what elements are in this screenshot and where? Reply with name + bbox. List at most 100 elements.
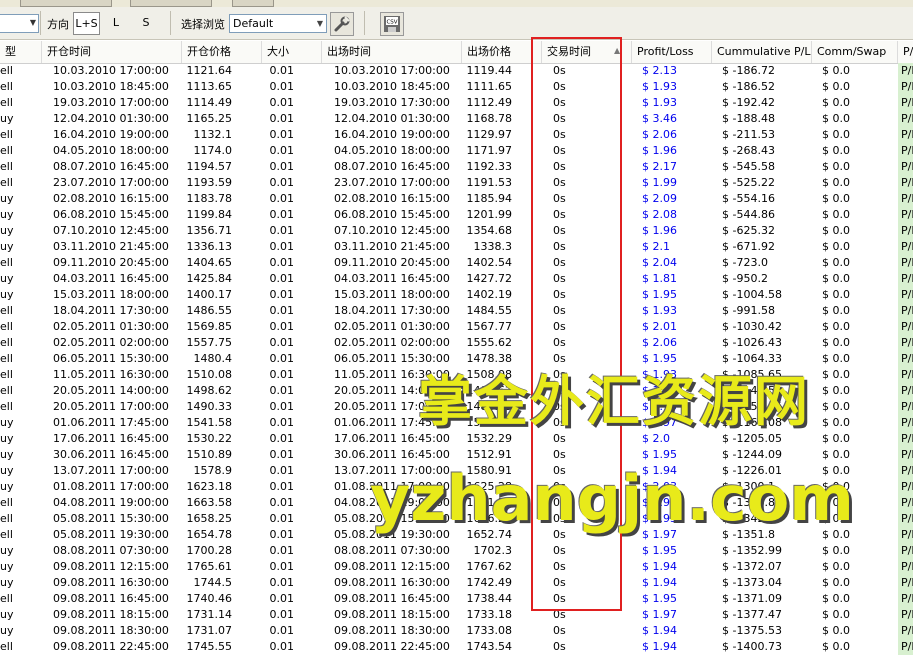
column-header-close-time[interactable]: 出场时间 [322,41,462,63]
table-row[interactable]: ell 11.05.2011 16:30:00 1510.08 0.01 11.05.2… [0,367,913,383]
table-row[interactable]: uy 04.03.2011 16:45:00 1425.84 0.01 04.03.20… [0,271,913,287]
table-row[interactable]: ell 18.04.2011 17:30:00 1486.55 0.01 18.04.2… [0,303,913,319]
column-header-pl-extra[interactable]: P/L [898,41,913,63]
browse-select[interactable]: Default ▼ [229,14,327,33]
column-header-open-time[interactable]: 开仓时间 [42,41,182,63]
cell-open-time: 10.03.2010 17:00:00 [53,64,169,77]
cell-comm-swap: $ 0.0 [822,160,850,173]
table-row[interactable]: ell 04.08.2011 19:00:00 1663.58 0.01 04.08.2… [0,495,913,511]
table-row[interactable]: ell 10.03.2010 17:00:00 1121.64 0.01 10.03.2… [0,63,913,79]
column-header-open-price[interactable]: 开仓价格 [182,41,262,63]
cell-profit-loss: $ 2.13 [642,64,677,77]
cell-trade-time: 0s [553,144,566,157]
column-header-cumulative[interactable]: Cummulative P/L [712,41,812,63]
cell-close-time: 02.05.2011 01:30:00 [334,320,450,333]
cell-size: 0.01 [269,512,295,525]
table-row[interactable]: uy 15.03.2011 18:00:00 1400.17 0.01 15.03.20… [0,287,913,303]
cell-profit-loss: $ 1.95 [642,448,677,461]
cell-pl-extra: P/L [901,144,913,157]
table-row[interactable]: uy 03.11.2010 21:45:00 1336.13 0.01 03.11.20… [0,239,913,255]
tab-stub[interactable] [232,0,274,7]
table-row[interactable]: uy 13.07.2011 17:00:00 1578.9 0.01 13.07.201… [0,463,913,479]
cell-close-time: 06.05.2011 15:30:00 [334,352,450,365]
column-header-profit-loss[interactable]: Profit/Loss [632,41,712,63]
table-row[interactable]: uy 30.06.2011 16:45:00 1510.89 0.01 30.06.20… [0,447,913,463]
cell-cumulative: $ -1147.59 [722,384,782,397]
cell-open-time: 02.08.2010 16:15:00 [53,192,169,205]
table-row[interactable]: uy 08.08.2011 07:30:00 1700.28 0.01 08.08.20… [0,543,913,559]
table-row[interactable]: ell 05.08.2011 19:30:00 1654.78 0.01 05.08.2… [0,527,913,543]
column-header-type[interactable]: 型 [0,41,42,63]
cell-comm-swap: $ 0.0 [822,208,850,221]
direction-ls-button[interactable]: L+S [73,12,100,35]
table-row[interactable]: uy 09.08.2011 12:15:00 1765.61 0.01 09.08.20… [0,559,913,575]
cell-type: uy [0,112,14,125]
table-row[interactable]: ell 02.05.2011 01:30:00 1569.85 0.01 02.05.2… [0,319,913,335]
cell-open-price: 1623.18 [186,480,233,493]
cell-open-price: 1194.57 [186,160,233,173]
cell-comm-swap: $ 0.0 [822,512,850,525]
table-row[interactable]: uy 01.06.2011 17:45:00 1541.58 0.01 01.06.20… [0,415,913,431]
table-row[interactable]: uy 09.08.2011 18:30:00 1731.07 0.01 09.08.20… [0,623,913,639]
table-row[interactable]: ell 05.08.2011 15:30:00 1658.25 0.01 05.08.2… [0,511,913,527]
cell-open-price: 1510.08 [186,368,233,381]
table-row[interactable]: ell 09.11.2010 20:45:00 1404.65 0.01 09.11.2… [0,255,913,271]
cell-comm-swap: $ 0.0 [822,320,850,333]
cell-profit-loss: $ 3.46 [642,112,677,125]
cell-open-time: 13.07.2011 17:00:00 [53,464,169,477]
filter-select[interactable]: ▼ [0,14,39,33]
table-row[interactable]: ell 20.05.2011 17:00:00 1490.33 0.01 20.05.2… [0,399,913,415]
direction-long-button[interactable]: L [106,12,126,33]
table-row[interactable]: ell 16.04.2010 19:00:00 1132.1 0.01 16.04.20… [0,127,913,143]
cell-close-time: 09.08.2011 16:45:00 [334,592,450,605]
table-row[interactable]: ell 04.05.2010 18:00:00 1174.0 0.01 04.05.20… [0,143,913,159]
table-row[interactable]: ell 10.03.2010 18:45:00 1113.65 0.01 10.03.2… [0,79,913,95]
cell-type: uy [0,240,14,253]
tab-stub[interactable] [20,0,112,7]
cell-open-price: 1498.62 [186,384,233,397]
cell-size: 0.01 [269,192,295,205]
table-row[interactable]: ell 06.05.2011 15:30:00 1480.4 0.01 06.05.20… [0,351,913,367]
table-row[interactable]: uy 17.06.2011 16:45:00 1530.22 0.01 17.06.20… [0,431,913,447]
table-row[interactable]: uy 09.08.2011 16:30:00 1744.5 0.01 09.08.201… [0,575,913,591]
column-header-size[interactable]: 大小 [262,41,322,63]
cell-pl-extra: P/L [901,256,913,269]
table-row[interactable]: uy 09.08.2011 18:15:00 1731.14 0.01 09.08.20… [0,607,913,623]
tab-stub[interactable] [130,0,212,7]
cell-open-price: 1569.85 [186,320,233,333]
cell-close-price: 1496.62 [466,384,513,397]
table-row[interactable]: uy 01.08.2011 17:00:00 1623.18 0.01 01.08.20… [0,479,913,495]
toolbar-separator [364,11,365,35]
cell-open-time: 10.03.2010 18:45:00 [53,80,169,93]
cell-profit-loss: $ 2.09 [642,192,677,205]
table-row[interactable]: ell 09.08.2011 16:45:00 1740.46 0.01 09.08.2… [0,591,913,607]
table-row[interactable]: ell 20.05.2011 14:00:00 1498.62 0.01 20.05.2… [0,383,913,399]
column-header-comm-swap[interactable]: Comm/Swap [812,41,898,63]
table-row[interactable]: ell 19.03.2010 17:00:00 1114.49 0.01 19.03.2… [0,95,913,111]
table-row[interactable]: uy 06.08.2010 15:45:00 1199.84 0.01 06.08.20… [0,207,913,223]
cell-open-time: 30.06.2011 16:45:00 [53,448,169,461]
cell-size: 0.01 [269,256,295,269]
cell-close-time: 06.08.2010 15:45:00 [334,208,450,221]
cell-open-price: 1740.46 [186,592,233,605]
direction-short-button[interactable]: S [136,12,156,33]
cell-trade-time: 0s [553,384,566,397]
table-row[interactable]: uy 02.08.2010 16:15:00 1183.78 0.01 02.08.20… [0,191,913,207]
cell-type: uy [0,560,14,573]
table-row[interactable]: ell 02.05.2011 02:00:00 1557.75 0.01 02.05.2… [0,335,913,351]
table-row[interactable]: ell 23.07.2010 17:00:00 1193.59 0.01 23.07.2… [0,175,913,191]
cell-pl-extra: P/L [901,480,913,493]
column-header-close-price[interactable]: 出场价格 [462,41,542,63]
table-row[interactable]: ell 09.08.2011 22:45:00 1745.55 0.01 09.08.2… [0,639,913,655]
table-row[interactable]: ell 08.07.2010 16:45:00 1194.57 0.01 08.07.2… [0,159,913,175]
cell-open-price: 1663.58 [186,496,233,509]
cell-cumulative: $ -186.72 [722,64,775,77]
settings-button[interactable] [330,12,354,36]
table-row[interactable]: uy 07.10.2010 12:45:00 1356.71 0.01 07.10.20… [0,223,913,239]
csv-export-button[interactable]: CSV [380,12,404,36]
cell-size: 0.01 [269,576,295,589]
table-header: 型开仓时间 开仓价格 大小 出场时间 出场价格 交易时间 Profit/Loss Cummul… [0,41,913,64]
table-row[interactable]: uy 12.04.2010 01:30:00 1165.25 0.01 12.04.20… [0,111,913,127]
cell-open-time: 09.08.2011 16:30:00 [53,576,169,589]
cell-size: 0.01 [269,608,295,621]
